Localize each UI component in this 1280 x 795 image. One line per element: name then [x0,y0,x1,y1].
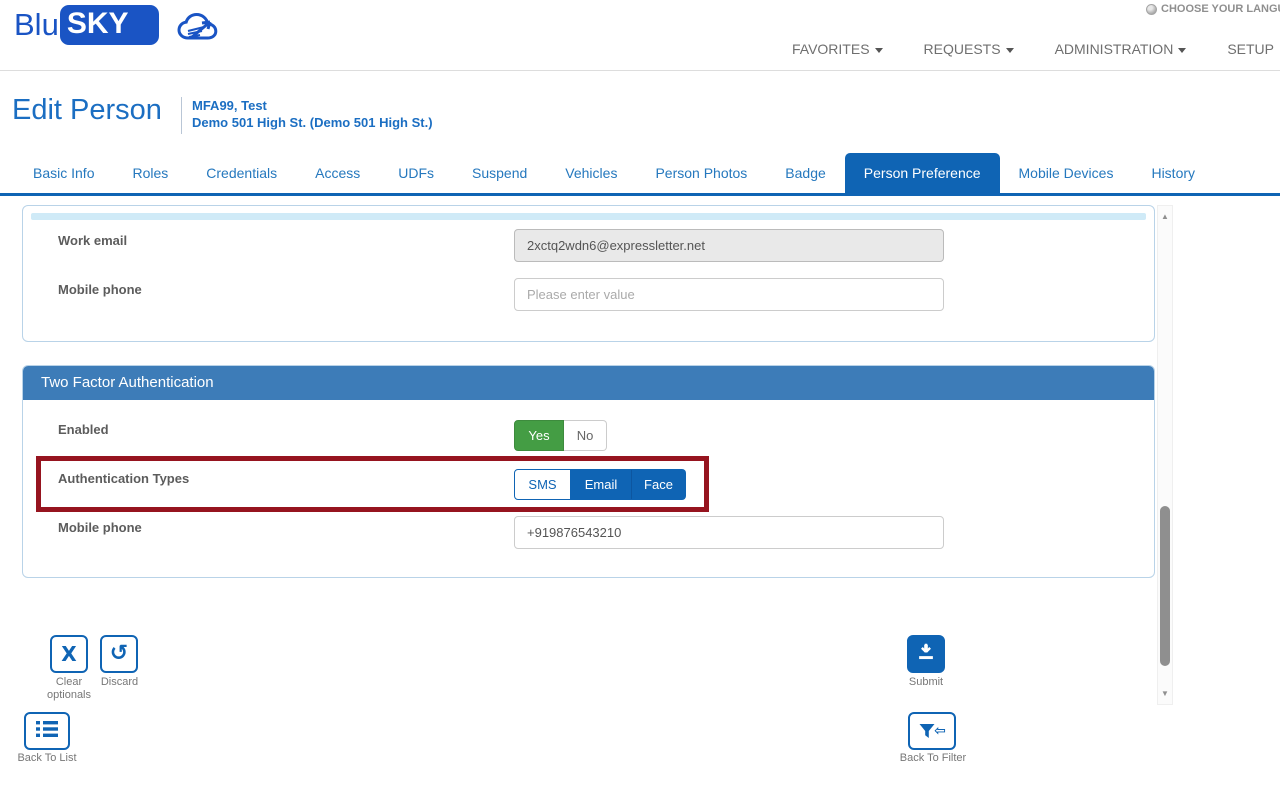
tab-badge[interactable]: Badge [766,153,844,193]
scroll-down-icon[interactable]: ▼ [1158,689,1172,698]
x-icon: X [61,644,76,664]
chevron-down-icon [1178,48,1186,53]
authentication-types-label: Authentication Types [58,471,189,486]
chevron-down-icon [1006,48,1014,53]
tab-history[interactable]: History [1132,153,1214,193]
blusky-logo[interactable]: Blu SKY [14,5,159,45]
page-title: Edit Person [12,94,162,127]
two-factor-panel: Two Factor Authentication Enabled Yes No… [22,365,1155,578]
scrollbar-thumb[interactable] [1160,506,1170,666]
person-context: MFA99, Test Demo 501 High St. (Demo 501 … [192,97,433,131]
enabled-yes-button[interactable]: Yes [514,420,564,451]
panel-header-strip [31,213,1146,220]
tab-access[interactable]: Access [296,153,379,193]
clear-optionals-button[interactable]: X [50,635,88,673]
cloud-arrow-icon [174,12,226,53]
nav-administration-label: ADMINISTRATION [1055,41,1174,57]
submit-label: Submit [892,676,960,689]
main-nav: FAVORITES REQUESTS ADMINISTRATION SETUP [792,41,1274,57]
nav-administration[interactable]: ADMINISTRATION [1055,41,1187,57]
vertical-scrollbar[interactable]: ▲ ▼ [1157,205,1173,705]
tab-person-preference[interactable]: Person Preference [845,153,1000,193]
tab-credentials[interactable]: Credentials [187,153,296,193]
work-email-field[interactable] [514,229,944,262]
logo-text-blu: Blu [14,7,59,43]
nav-requests-label: REQUESTS [924,41,1001,57]
clear-optionals-label: Clear optionals [40,676,98,701]
choose-language-button[interactable]: CHOOSE YOUR LANGUAGE [1146,3,1280,15]
chevron-down-icon [875,48,883,53]
submit-button[interactable] [907,635,945,673]
choose-language-label: CHOOSE YOUR LANGUAGE [1161,3,1280,15]
top-bar: Blu SKY CHOOSE YOUR LANGUAGE FAVORITES R… [0,0,1280,71]
tab-roles[interactable]: Roles [113,153,187,193]
list-icon [35,719,59,744]
back-to-filter-button[interactable]: ⇦ [908,712,956,750]
tab-mobile-devices[interactable]: Mobile Devices [1000,153,1133,193]
work-email-label: Work email [58,233,127,248]
back-to-list-button[interactable] [24,712,70,750]
back-to-list-label: Back To List [8,752,86,765]
nav-favorites-label: FAVORITES [792,41,870,57]
contact-panel: Work email Mobile phone [22,205,1155,342]
title-divider [181,97,182,134]
nav-setup[interactable]: SETUP [1227,41,1274,57]
auth-type-sms-button[interactable]: SMS [514,469,571,500]
tab-person-photos[interactable]: Person Photos [636,153,766,193]
mobile-phone-label: Mobile phone [58,282,142,297]
enabled-toggle: Yes No [514,420,607,451]
undo-icon: ↺ [110,643,128,665]
tab-vehicles[interactable]: Vehicles [546,153,636,193]
scroll-up-icon[interactable]: ▲ [1158,212,1172,221]
mobile-phone-field[interactable] [514,278,944,311]
auth-type-face-button[interactable]: Face [631,469,686,500]
tab-udfs[interactable]: UDFs [379,153,453,193]
nav-requests[interactable]: REQUESTS [924,41,1014,57]
discard-button[interactable]: ↺ [100,635,138,673]
facility-name: Demo 501 High St. (Demo 501 High St.) [192,114,433,131]
discard-label: Discard [92,676,147,689]
authentication-types-toggle: SMS Email Face [514,469,686,500]
person-name: MFA99, Test [192,97,433,114]
download-icon [915,641,937,668]
arrow-left-icon: ⇦ [934,724,946,738]
nav-favorites[interactable]: FAVORITES [792,41,883,57]
globe-icon [1146,4,1157,15]
tab-bar: Basic Info Roles Credentials Access UDFs… [0,153,1280,196]
enabled-label: Enabled [58,422,109,437]
tfa-mobile-phone-label: Mobile phone [58,520,142,535]
back-to-filter-label: Back To Filter [894,752,972,765]
enabled-no-button[interactable]: No [564,420,607,451]
two-factor-header: Two Factor Authentication [23,366,1154,400]
nav-setup-label: SETUP [1227,41,1274,57]
tab-suspend[interactable]: Suspend [453,153,546,193]
auth-type-email-button[interactable]: Email [571,469,631,500]
logo-text-sky: SKY [60,5,159,45]
tab-basic-info[interactable]: Basic Info [14,153,113,193]
tfa-mobile-phone-field[interactable] [514,516,944,549]
